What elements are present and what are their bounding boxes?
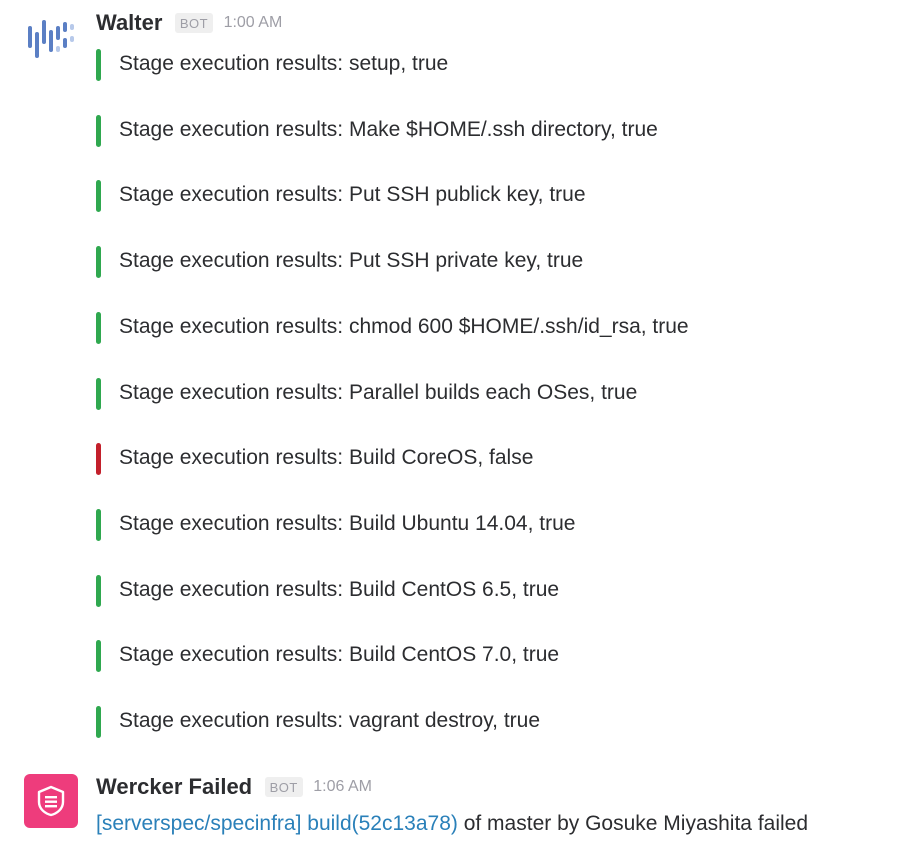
message-header: Wercker Failed BOT 1:06 AM bbox=[96, 774, 372, 804]
attachment-text: Stage execution results: setup, true bbox=[119, 52, 449, 75]
attachment-row: Stage execution results: chmod 600 $HOME… bbox=[96, 311, 876, 344]
walter-logo-icon bbox=[28, 20, 74, 58]
status-bar-success bbox=[96, 575, 101, 607]
status-bar-failure bbox=[96, 443, 101, 475]
sender-name[interactable]: Walter bbox=[96, 10, 162, 35]
attachment-text: Stage execution results: Parallel builds… bbox=[119, 381, 638, 404]
wercker-avatar[interactable] bbox=[24, 774, 78, 828]
attachment-text: Stage execution results: Make $HOME/.ssh… bbox=[119, 118, 658, 141]
sender-name[interactable]: Wercker Failed bbox=[96, 774, 252, 799]
attachment-text: Stage execution results: chmod 600 $HOME… bbox=[119, 315, 689, 338]
attachment-text: Stage execution results: vagrant destroy… bbox=[119, 709, 541, 732]
message-body: [serverspec/specinfra] build(52c13a78) o… bbox=[96, 810, 808, 838]
status-bar-success bbox=[96, 640, 101, 672]
walter-avatar[interactable] bbox=[24, 12, 78, 66]
attachment-row: Stage execution results: vagrant destroy… bbox=[96, 705, 876, 738]
status-bar-success bbox=[96, 706, 101, 738]
status-bar-success bbox=[96, 180, 101, 212]
attachment-row: Stage execution results: setup, true bbox=[96, 48, 876, 81]
attachment-row: Stage execution results: Put SSH publick… bbox=[96, 179, 876, 212]
status-bar-success bbox=[96, 312, 101, 344]
attachment-row: Stage execution results: Build CentOS 6.… bbox=[96, 574, 876, 607]
status-bar-success bbox=[96, 115, 101, 147]
attachment-text: Stage execution results: Build CentOS 6.… bbox=[119, 578, 560, 601]
status-bar-success bbox=[96, 49, 101, 81]
bot-badge: BOT bbox=[264, 777, 303, 797]
attachment-row: Stage execution results: Make $HOME/.ssh… bbox=[96, 114, 876, 147]
attachment-row: Stage execution results: Put SSH private… bbox=[96, 245, 876, 278]
message-wercker: Wercker Failed BOT 1:06 AM [serverspec/s… bbox=[0, 760, 900, 854]
attachment-text: Stage execution results: Build CentOS 7.… bbox=[119, 643, 560, 666]
message-body-text: of master by Gosuke Miyashita failed bbox=[457, 812, 809, 835]
wercker-logo-icon bbox=[37, 785, 65, 817]
timestamp[interactable]: 1:06 AM bbox=[313, 778, 372, 796]
attachment-text: Stage execution results: Build Ubuntu 14… bbox=[119, 512, 576, 535]
status-bar-success bbox=[96, 378, 101, 410]
attachment-row: Stage execution results: Build Ubuntu 14… bbox=[96, 508, 876, 541]
status-bar-success bbox=[96, 509, 101, 541]
message-header: Walter BOT 1:00 AM bbox=[96, 10, 282, 40]
attachment-text: Stage execution results: Put SSH publick… bbox=[119, 183, 586, 206]
timestamp[interactable]: 1:00 AM bbox=[224, 14, 283, 32]
attachment-row: Stage execution results: Parallel builds… bbox=[96, 377, 876, 410]
build-link[interactable]: build(52c13a78) bbox=[307, 812, 458, 835]
status-bar-success bbox=[96, 246, 101, 278]
attachment-row: Stage execution results: Build CoreOS, f… bbox=[96, 442, 876, 475]
attachment-text: Stage execution results: Put SSH private… bbox=[119, 249, 584, 272]
attachment-text: Stage execution results: Build CoreOS, f… bbox=[119, 446, 534, 469]
repo-link[interactable]: [serverspec/specinfra] bbox=[96, 812, 301, 835]
bot-badge: BOT bbox=[174, 13, 214, 33]
attachment-row: Stage execution results: Build CentOS 7.… bbox=[96, 639, 876, 672]
message-walter: Walter BOT 1:00 AM Stage execution resul… bbox=[0, 0, 900, 750]
